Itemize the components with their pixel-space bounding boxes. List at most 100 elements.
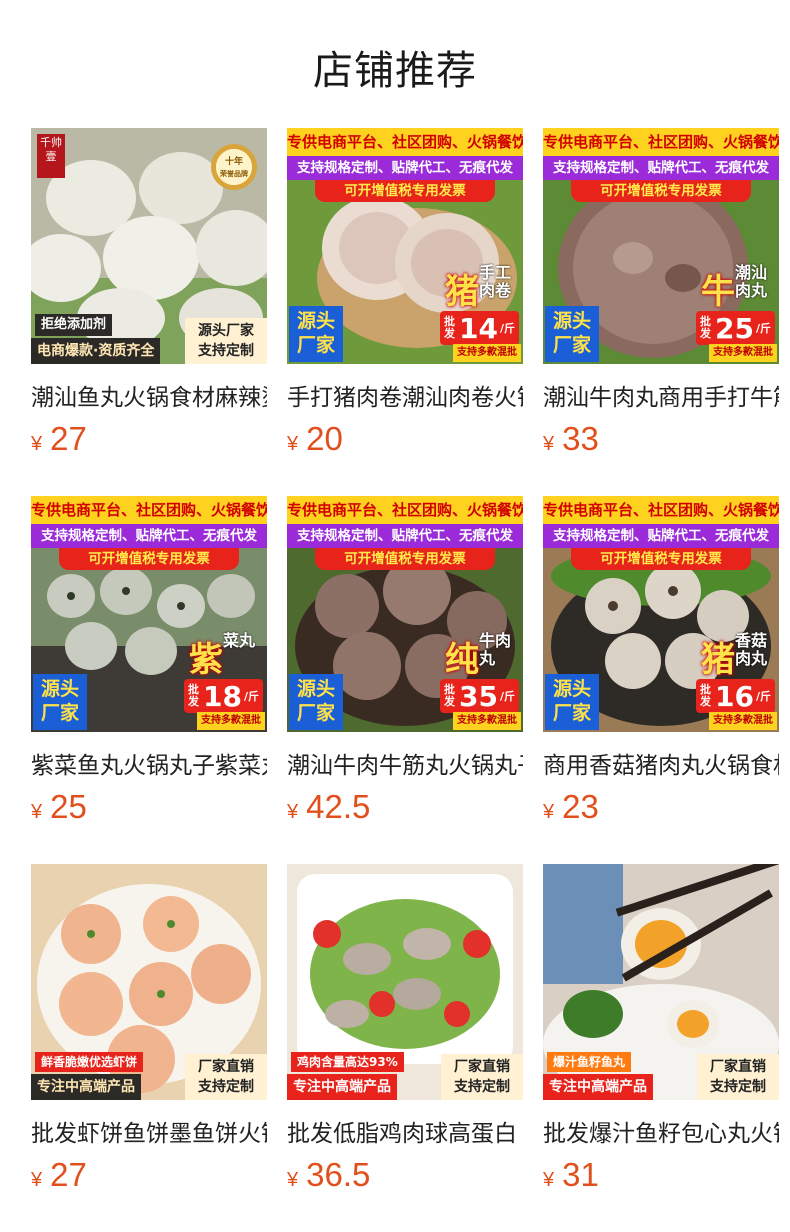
product-card[interactable]: 专供电商平台、社区团购、火锅餐饮 支持规格定制、贴牌代工、无痕代发 可开增值税专… [543,128,779,496]
currency-symbol: ¥ [31,801,43,823]
source-factory-badge: 源头 厂家 [33,674,87,730]
promo-banner-top: 专供电商平台、社区团购、火锅餐饮 [543,128,779,156]
mix-batch-tag: 支持多款混批 [709,344,777,362]
product-image[interactable]: 专供电商平台、社区团购、火锅餐饮 支持规格定制、贴牌代工、无痕代发 可开增值税专… [543,496,779,732]
section-header: 店铺推荐 [0,38,790,96]
promo-banner-invoice: 可开增值税专用发票 [59,548,239,570]
promo-banner-invoice: 可开增值税专用发票 [315,180,495,202]
promo-bar-right: 厂家直销 支持定制 [697,1054,779,1100]
currency-symbol: ¥ [543,433,555,455]
mix-batch-tag: 支持多款混批 [197,712,265,730]
product-image[interactable]: 千帅壹 十年 荣誉品牌 拒绝添加剂 电商爆款·资质齐全 源头厂家 支持定制 [31,128,267,364]
promo-banner-invoice: 可开增值税专用发票 [571,180,751,202]
wholesale-price-box: 批发 18/斤 [184,679,263,713]
product-price: ¥20 [287,420,343,458]
product-title[interactable]: 潮汕牛肉牛筋丸火锅丸子 [287,746,523,778]
product-card[interactable]: 千帅壹 十年 荣誉品牌 拒绝添加剂 电商爆款·资质齐全 源头厂家 支持定制 潮汕鱼丸… [31,128,267,496]
product-image[interactable]: 专供电商平台、社区团购、火锅餐饮 支持规格定制、贴牌代工、无痕代发 可开增值税专… [287,128,523,364]
page-title: 店铺推荐 [313,48,477,94]
promo-tag: 鲜香脆嫩优选虾饼 [35,1052,144,1072]
product-image[interactable]: 爆汁鱼籽鱼丸 专注中高端产品 厂家直销 支持定制 [543,864,779,1100]
promo-bar-right: 厂家直销 支持定制 [185,1054,267,1100]
wholesale-price-box: 批发 25/斤 [696,311,775,345]
brand-logo: 千帅壹 [37,134,65,178]
mix-batch-tag: 支持多款混批 [453,712,521,730]
product-title[interactable]: 批发虾饼鱼饼墨鱼饼火锅 [31,1114,267,1146]
promo-tag: 爆汁鱼籽鱼丸 [547,1052,632,1072]
product-badge: 牛潮汕肉丸 [701,263,768,313]
price-value: 36.5 [306,1156,371,1193]
source-factory-badge: 源头 厂家 [545,674,599,730]
promo-banner-top: 专供电商平台、社区团购、火锅餐饮 [287,128,523,156]
currency-symbol: ¥ [543,1169,555,1191]
product-badge: 猪手工肉卷 [445,263,512,313]
currency-symbol: ¥ [287,801,299,823]
product-title[interactable]: 批发爆汁鱼籽包心丸火锅 [543,1114,779,1146]
product-card[interactable]: 专供电商平台、社区团购、火锅餐饮 支持规格定制、贴牌代工、无痕代发 可开增值税专… [31,496,267,864]
promo-bar-right: 源头厂家 支持定制 [185,318,267,364]
source-factory-badge: 源头 厂家 [289,674,343,730]
product-grid: 千帅壹 十年 荣誉品牌 拒绝添加剂 电商爆款·资质齐全 源头厂家 支持定制 潮汕鱼丸… [31,128,779,1232]
product-price: ¥23 [543,788,599,826]
award-badge: 十年 荣誉品牌 [211,144,257,190]
wholesale-price-box: 批发 14/斤 [440,311,519,345]
wholesale-price-box: 批发 16/斤 [696,679,775,713]
promo-banner-middle: 支持规格定制、贴牌代工、无痕代发 [543,524,779,548]
promo-banner-middle: 支持规格定制、贴牌代工、无痕代发 [31,524,267,548]
product-image[interactable]: 专供电商平台、社区团购、火锅餐饮 支持规格定制、贴牌代工、无痕代发 可开增值税专… [31,496,267,732]
product-price: ¥36.5 [287,1156,370,1194]
product-image[interactable]: 专供电商平台、社区团购、火锅餐饮 支持规格定制、贴牌代工、无痕代发 可开增值税专… [287,496,523,732]
product-card[interactable]: 专供电商平台、社区团购、火锅餐饮 支持规格定制、贴牌代工、无痕代发 可开增值税专… [287,128,523,496]
product-title[interactable]: 批发低脂鸡肉球高蛋白 [287,1114,523,1146]
product-title[interactable]: 潮汕牛肉丸商用手打牛筋丸 [543,378,779,410]
product-title[interactable]: 商用香菇猪肉丸火锅食材 [543,746,779,778]
currency-symbol: ¥ [287,1169,299,1191]
currency-symbol: ¥ [31,1169,43,1191]
product-card[interactable]: 鸡肉含量高达93% 专注中高端产品 厂家直销 支持定制 批发低脂鸡肉球高蛋白 ¥3… [287,864,523,1232]
product-price: ¥27 [31,420,87,458]
promo-banner-invoice: 可开增值税专用发票 [315,548,495,570]
promo-bar-right: 厂家直销 支持定制 [441,1054,523,1100]
price-value: 33 [562,420,599,457]
promo-tag: 鸡肉含量高达93% [291,1052,404,1072]
source-factory-badge: 源头 厂家 [289,306,343,362]
promo-bar-left: 专注中高端产品 [543,1074,653,1100]
promo-banner-middle: 支持规格定制、贴牌代工、无痕代发 [543,156,779,180]
product-title[interactable]: 手打猪肉卷潮汕肉卷火锅食材 [287,378,523,410]
currency-symbol: ¥ [287,433,299,455]
price-value: 23 [562,788,599,825]
product-price: ¥42.5 [287,788,370,826]
mix-batch-tag: 支持多款混批 [453,344,521,362]
promo-bar-left: 专注中高端产品 [31,1074,141,1100]
price-value: 31 [562,1156,599,1193]
product-price: ¥33 [543,420,599,458]
product-image[interactable]: 专供电商平台、社区团购、火锅餐饮 支持规格定制、贴牌代工、无痕代发 可开增值税专… [543,128,779,364]
product-card[interactable]: 鲜香脆嫩优选虾饼 专注中高端产品 厂家直销 支持定制 批发虾饼鱼饼墨鱼饼火锅 ¥2… [31,864,267,1232]
promo-banner-top: 专供电商平台、社区团购、火锅餐饮 [543,496,779,524]
product-badge: 紫菜丸 [189,631,256,681]
product-price: ¥27 [31,1156,87,1194]
product-card[interactable]: 爆汁鱼籽鱼丸 专注中高端产品 厂家直销 支持定制 批发爆汁鱼籽包心丸火锅 ¥31 [543,864,779,1232]
promo-bar-left: 电商爆款·资质齐全 [31,338,161,364]
promo-bar-left: 专注中高端产品 [287,1074,397,1100]
currency-symbol: ¥ [543,801,555,823]
product-image[interactable]: 鸡肉含量高达93% 专注中高端产品 厂家直销 支持定制 [287,864,523,1100]
price-value: 27 [50,1156,87,1193]
product-price: ¥25 [31,788,87,826]
currency-symbol: ¥ [31,433,43,455]
promo-tag: 拒绝添加剂 [35,314,113,336]
promo-banner-invoice: 可开增值税专用发票 [571,548,751,570]
promo-banner-top: 专供电商平台、社区团购、火锅餐饮 [287,496,523,524]
price-value: 20 [306,420,343,457]
product-title[interactable]: 紫菜鱼丸火锅丸子紫菜丸 [31,746,267,778]
promo-banner-top: 专供电商平台、社区团购、火锅餐饮 [31,496,267,524]
product-image[interactable]: 鲜香脆嫩优选虾饼 专注中高端产品 厂家直销 支持定制 [31,864,267,1100]
product-price: ¥31 [543,1156,599,1194]
product-title[interactable]: 潮汕鱼丸火锅食材麻辣烫关东煮 [31,378,267,410]
product-card[interactable]: 专供电商平台、社区团购、火锅餐饮 支持规格定制、贴牌代工、无痕代发 可开增值税专… [287,496,523,864]
mix-batch-tag: 支持多款混批 [709,712,777,730]
price-value: 27 [50,420,87,457]
price-value: 25 [50,788,87,825]
product-badge: 纯牛肉丸 [445,631,512,681]
product-card[interactable]: 专供电商平台、社区团购、火锅餐饮 支持规格定制、贴牌代工、无痕代发 可开增值税专… [543,496,779,864]
